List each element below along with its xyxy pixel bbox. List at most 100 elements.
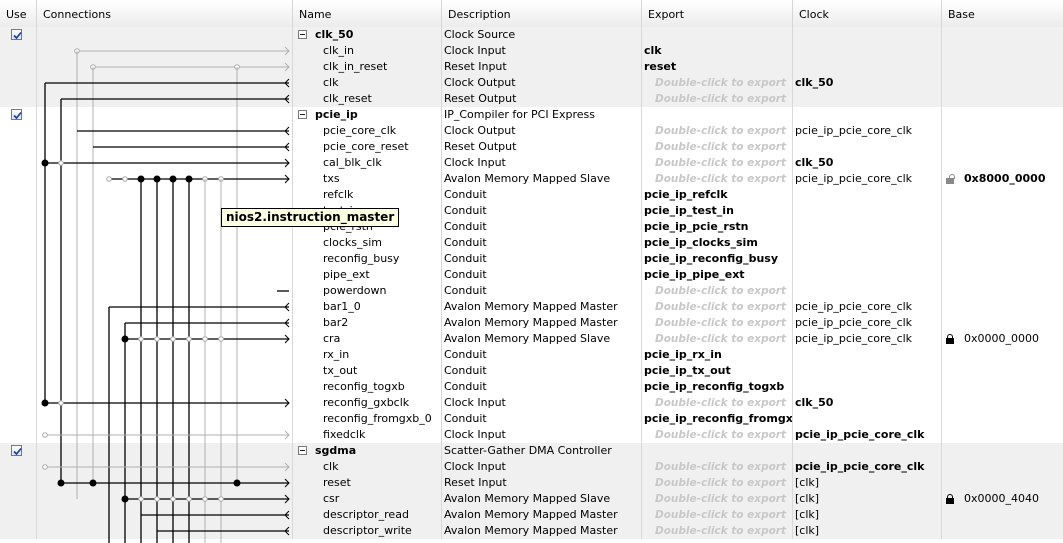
connection-node[interactable]: [154, 336, 160, 342]
connection-node[interactable]: [42, 432, 48, 438]
export-name[interactable]: pcie_ip_refclk: [642, 187, 793, 203]
clock-cell[interactable]: [clk]: [793, 475, 942, 491]
component-name[interactable]: sgdma: [293, 443, 442, 459]
base-cell[interactable]: [942, 187, 1063, 203]
interface-name[interactable]: refclk: [293, 187, 442, 203]
connection-node[interactable]: [122, 176, 128, 182]
export-placeholder[interactable]: Double-click to export: [642, 475, 793, 491]
clock-cell[interactable]: [793, 235, 942, 251]
connection-dot[interactable]: [121, 335, 129, 343]
column-header-use[interactable]: Use: [0, 0, 37, 27]
column-header-export[interactable]: Export: [642, 0, 793, 27]
connection-node[interactable]: [58, 400, 64, 406]
export-placeholder[interactable]: Double-click to export: [642, 395, 793, 411]
clock-cell[interactable]: clk_50: [793, 75, 942, 91]
connection-node[interactable]: [106, 176, 112, 182]
interface-name[interactable]: clk: [293, 459, 442, 475]
connection-node[interactable]: [202, 496, 208, 502]
interface-name[interactable]: clk: [293, 75, 442, 91]
connection-node[interactable]: [42, 464, 48, 470]
interface-name[interactable]: pipe_ext: [293, 267, 442, 283]
clock-cell[interactable]: [793, 283, 942, 299]
export-name[interactable]: pcie_ip_reconfig_togxb: [642, 379, 793, 395]
connection-node[interactable]: [218, 496, 224, 502]
interface-name[interactable]: clk_reset: [293, 91, 442, 107]
clock-cell[interactable]: [793, 107, 942, 123]
interface-name[interactable]: bar2: [293, 315, 442, 331]
clock-cell[interactable]: [793, 139, 942, 155]
base-cell[interactable]: [942, 267, 1063, 283]
export-placeholder[interactable]: Double-click to export: [642, 139, 793, 155]
base-cell[interactable]: [942, 427, 1063, 443]
base-cell[interactable]: [942, 507, 1063, 523]
export-placeholder[interactable]: Double-click to export: [642, 427, 793, 443]
interface-name[interactable]: clk_in_reset: [293, 59, 442, 75]
collapse-icon[interactable]: [298, 110, 307, 119]
interface-name[interactable]: reconfig_fromgxb_0: [293, 411, 442, 427]
interface-name[interactable]: pcie_core_clk: [293, 123, 442, 139]
clock-cell[interactable]: pcie_ip_pcie_core_clk: [793, 299, 942, 315]
clock-cell[interactable]: [793, 43, 942, 59]
interface-name[interactable]: bar1_0: [293, 299, 442, 315]
base-cell[interactable]: 0x8000_0000: [942, 171, 1063, 187]
clock-cell[interactable]: [clk]: [793, 523, 942, 539]
clock-cell[interactable]: clk_50: [793, 155, 942, 171]
clock-cell[interactable]: [793, 187, 942, 203]
export-placeholder[interactable]: Double-click to export: [642, 315, 793, 331]
clock-cell[interactable]: [793, 363, 942, 379]
connection-dot[interactable]: [89, 479, 97, 487]
export-placeholder[interactable]: Double-click to export: [642, 491, 793, 507]
column-header-connections[interactable]: Connections: [37, 0, 293, 27]
column-header-base[interactable]: Base: [942, 0, 1063, 27]
clock-cell[interactable]: clk_50: [793, 395, 942, 411]
base-cell[interactable]: [942, 107, 1063, 123]
connection-node[interactable]: [170, 336, 176, 342]
connection-node[interactable]: [218, 336, 224, 342]
clock-cell[interactable]: [clk]: [793, 491, 942, 507]
interface-name[interactable]: reconfig_gxbclk: [293, 395, 442, 411]
export-placeholder[interactable]: Double-click to export: [642, 123, 793, 139]
interface-name[interactable]: powerdown: [293, 283, 442, 299]
base-cell[interactable]: [942, 251, 1063, 267]
base-cell[interactable]: 0x0000_0000: [942, 331, 1063, 347]
connection-node[interactable]: [58, 160, 64, 166]
use-checkbox[interactable]: [11, 29, 22, 40]
base-cell[interactable]: [942, 379, 1063, 395]
export-name[interactable]: pcie_ip_pipe_ext: [642, 267, 793, 283]
base-cell[interactable]: 0x0000_4040: [942, 491, 1063, 507]
lock-icon[interactable]: [946, 334, 954, 344]
base-cell[interactable]: [942, 443, 1063, 459]
export-name[interactable]: pcie_ip_reconfig_busy: [642, 251, 793, 267]
export-name[interactable]: pcie_ip_test_in: [642, 203, 793, 219]
clock-cell[interactable]: [793, 443, 942, 459]
interface-name[interactable]: fixedclk: [293, 427, 442, 443]
export-name[interactable]: [642, 27, 793, 43]
connections-diagram[interactable]: [37, 27, 293, 543]
export-placeholder[interactable]: Double-click to export: [642, 171, 793, 187]
export-placeholder[interactable]: Double-click to export: [642, 507, 793, 523]
clock-cell[interactable]: pcie_ip_pcie_core_clk: [793, 171, 942, 187]
connection-node[interactable]: [186, 496, 192, 502]
base-cell[interactable]: [942, 299, 1063, 315]
interface-name[interactable]: descriptor_write: [293, 523, 442, 539]
clock-cell[interactable]: [clk]: [793, 507, 942, 523]
base-cell[interactable]: [942, 523, 1063, 539]
base-cell[interactable]: [942, 219, 1063, 235]
export-placeholder[interactable]: Double-click to export: [642, 75, 793, 91]
base-cell[interactable]: [942, 235, 1063, 251]
connection-dot[interactable]: [41, 399, 49, 407]
connection-node[interactable]: [154, 496, 160, 502]
base-cell[interactable]: [942, 59, 1063, 75]
interface-name[interactable]: clk_in: [293, 43, 442, 59]
component-name[interactable]: clk_50: [293, 27, 442, 43]
interface-name[interactable]: rx_in: [293, 347, 442, 363]
base-cell[interactable]: [942, 27, 1063, 43]
connection-node[interactable]: [138, 336, 144, 342]
export-placeholder[interactable]: Double-click to export: [642, 91, 793, 107]
export-name[interactable]: pcie_ip_reconfig_fromgx...: [642, 411, 793, 427]
clock-cell[interactable]: pcie_ip_pcie_core_clk: [793, 315, 942, 331]
export-placeholder[interactable]: Double-click to export: [642, 523, 793, 539]
export-name[interactable]: pcie_ip_tx_out: [642, 363, 793, 379]
column-header-name[interactable]: Name: [293, 0, 442, 27]
clock-cell[interactable]: [793, 251, 942, 267]
